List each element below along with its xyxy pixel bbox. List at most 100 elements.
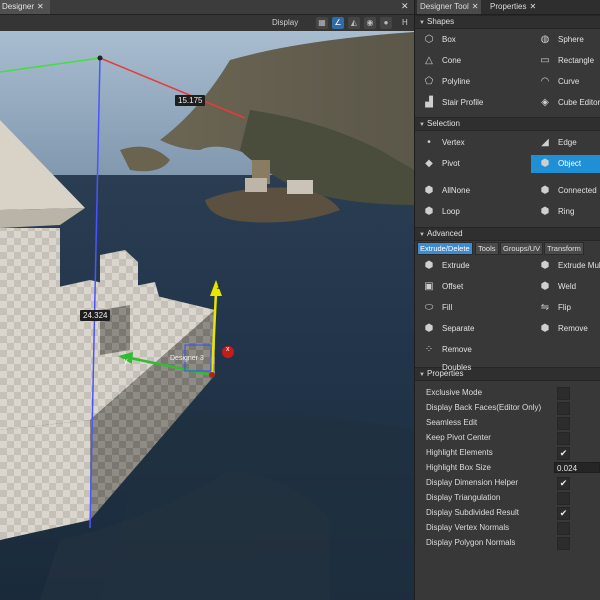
section-shapes-title: Shapes bbox=[427, 17, 455, 26]
tool-label: Connected bbox=[558, 186, 597, 195]
tool-fill-button[interactable]: ⬭ Fill bbox=[415, 299, 497, 317]
snap-ruler-icon[interactable]: ◭ bbox=[348, 17, 360, 29]
viewport-close-icon[interactable]: ✕ bbox=[401, 1, 409, 12]
collapse-arrow-icon: ▼ bbox=[419, 372, 425, 378]
tool-allnone-button[interactable]: ⬢ AllNone bbox=[415, 182, 497, 200]
property-row: Display Back Faces(Editor Only) bbox=[415, 400, 600, 415]
property-checkbox[interactable] bbox=[557, 402, 570, 415]
property-checkbox[interactable] bbox=[557, 432, 570, 445]
tool-edge-button[interactable]: ◢ Edge bbox=[531, 134, 600, 152]
designer-tab[interactable]: Designer ✕ bbox=[0, 0, 50, 14]
connected-icon: ⬢ bbox=[540, 185, 550, 196]
tool-label: Object bbox=[558, 159, 582, 168]
tool-extrude-multiple-button[interactable]: ⬢ Extrude Multiple bbox=[531, 257, 600, 275]
section-shapes-header[interactable]: ▼ Shapes bbox=[415, 15, 600, 29]
tool-remove-doubles-button[interactable]: ⁘ Remove Doubles bbox=[415, 341, 497, 373]
property-checkbox[interactable] bbox=[557, 537, 570, 550]
close-icon[interactable]: ✕ bbox=[472, 2, 479, 11]
snap-angle-icon[interactable]: ∠ bbox=[332, 17, 344, 29]
tool-sphere-button[interactable]: ◍ Sphere bbox=[531, 31, 600, 49]
property-checkbox[interactable] bbox=[557, 387, 570, 400]
display-menu[interactable]: Display bbox=[272, 18, 298, 27]
tool-loop-button[interactable]: ⬢ Loop bbox=[415, 203, 497, 221]
section-selection-header[interactable]: ▼ Selection bbox=[415, 117, 600, 131]
dimension-side-label: 24.324 bbox=[80, 310, 111, 321]
tool-ring-button[interactable]: ⬢ Ring bbox=[531, 203, 600, 221]
vertex-icon: • bbox=[427, 137, 431, 148]
advanced-subtabs: Extrude/Delete Tools Groups/UV Transform bbox=[415, 241, 600, 255]
extrude-icon: ⬢ bbox=[424, 260, 434, 271]
property-label: Display Triangulation bbox=[426, 493, 501, 502]
tool-offset-button[interactable]: ▣ Offset bbox=[415, 278, 497, 296]
tool-label: Loop bbox=[442, 207, 460, 216]
tool-flip-button[interactable]: ⇋ Flip bbox=[531, 299, 600, 317]
section-selection-title: Selection bbox=[427, 119, 460, 128]
viewport[interactable]: Designer ✕ ✕ Display ▦ ∠ ◭ ◉ ● H 15.175 … bbox=[0, 0, 414, 600]
extrude-multiple-icon: ⬢ bbox=[540, 260, 550, 271]
property-checkbox[interactable] bbox=[557, 522, 570, 535]
property-row: Display Dimension Helper ✔ bbox=[415, 475, 600, 490]
section-advanced-header[interactable]: ▼ Advanced bbox=[415, 227, 600, 241]
camera-icon[interactable]: ● bbox=[380, 17, 392, 29]
snap-magnet-icon[interactable]: ◉ bbox=[364, 17, 376, 29]
tool-curve-button[interactable]: ◠ Curve bbox=[531, 73, 600, 91]
section-advanced-title: Advanced bbox=[427, 229, 463, 238]
pivot-icon: ◆ bbox=[425, 158, 433, 169]
scene-render bbox=[0, 31, 414, 600]
property-row: Display Vertex Normals bbox=[415, 520, 600, 535]
property-checkbox[interactable]: ✔ bbox=[557, 447, 570, 460]
stair-icon: ▟ bbox=[425, 97, 433, 108]
property-label: Highlight Elements bbox=[426, 448, 493, 457]
grid-icon[interactable]: ▦ bbox=[316, 17, 328, 29]
property-checkbox[interactable]: ✔ bbox=[557, 477, 570, 490]
tool-object-button[interactable]: ⬢ Object bbox=[531, 155, 600, 173]
dimension-top-label: 15.175 bbox=[175, 95, 206, 106]
all-none-icon: ⬢ bbox=[424, 185, 434, 196]
tab-designer-tool[interactable]: Designer Tool ✕ bbox=[417, 0, 482, 14]
tool-label: Pivot bbox=[442, 159, 460, 168]
tool-label: Sphere bbox=[558, 35, 584, 44]
tool-weld-button[interactable]: ⬢ Weld bbox=[531, 278, 600, 296]
property-label: Display Vertex Normals bbox=[426, 523, 510, 532]
tool-rectangle-button[interactable]: ▭ Rectangle bbox=[531, 52, 600, 70]
close-icon[interactable]: ✕ bbox=[37, 2, 44, 11]
property-checkbox[interactable] bbox=[557, 492, 570, 505]
offset-icon: ▣ bbox=[424, 281, 434, 292]
tool-box-button[interactable]: ⬡ Box bbox=[415, 31, 497, 49]
tool-label: Vertex bbox=[442, 138, 465, 147]
tool-polyline-button[interactable]: ⬠ Polyline bbox=[415, 73, 497, 91]
tool-cube-editor-button[interactable]: ◈ Cube Editor bbox=[531, 94, 600, 112]
close-icon[interactable]: ✕ bbox=[529, 2, 536, 11]
remove-icon: ⬢ bbox=[540, 323, 550, 334]
tool-vertex-button[interactable]: • Vertex bbox=[415, 134, 497, 152]
tab-properties[interactable]: Properties ✕ bbox=[487, 0, 539, 14]
property-label: Display Dimension Helper bbox=[426, 478, 519, 487]
ring-icon: ⬢ bbox=[540, 206, 550, 217]
tool-pivot-button[interactable]: ◆ Pivot bbox=[415, 155, 497, 173]
helpers-toggle[interactable]: H bbox=[402, 18, 408, 27]
property-row: Seamless Edit bbox=[415, 415, 600, 430]
property-checkbox[interactable]: ✔ bbox=[557, 507, 570, 520]
axis-y-label: y bbox=[124, 358, 128, 365]
tool-label: Offset bbox=[442, 282, 464, 291]
property-row: Display Triangulation bbox=[415, 490, 600, 505]
flip-icon: ⇋ bbox=[540, 302, 550, 313]
tool-stair-profile-button[interactable]: ▟ Stair Profile bbox=[415, 94, 497, 112]
property-row: Highlight Elements ✔ bbox=[415, 445, 600, 460]
property-checkbox[interactable] bbox=[557, 417, 570, 430]
cube-editor-icon: ◈ bbox=[541, 97, 549, 108]
tool-label: Weld bbox=[558, 282, 577, 291]
property-row: Display Polygon Normals bbox=[415, 535, 600, 550]
tool-connected-button[interactable]: ⬢ Connected bbox=[531, 182, 600, 200]
highlight-box-size-input[interactable]: 0.024 bbox=[554, 462, 600, 473]
tool-separate-button[interactable]: ⬢ Separate bbox=[415, 320, 497, 338]
separate-icon: ⬢ bbox=[424, 323, 434, 334]
remove-doubles-icon: ⁘ bbox=[424, 344, 434, 355]
tool-label: Box bbox=[442, 35, 456, 44]
tool-extrude-button[interactable]: ⬢ Extrude bbox=[415, 257, 497, 275]
weld-icon: ⬢ bbox=[540, 281, 550, 292]
selection-grid: • Vertex ◢ Edge ◆ Pivot ⬢ Object ⬢ AllNone ⬢ Connec… bbox=[415, 131, 600, 227]
collapse-arrow-icon: ▼ bbox=[419, 232, 425, 238]
tool-cone-button[interactable]: △ Cone bbox=[415, 52, 497, 70]
tool-remove-button[interactable]: ⬢ Remove bbox=[531, 320, 600, 338]
